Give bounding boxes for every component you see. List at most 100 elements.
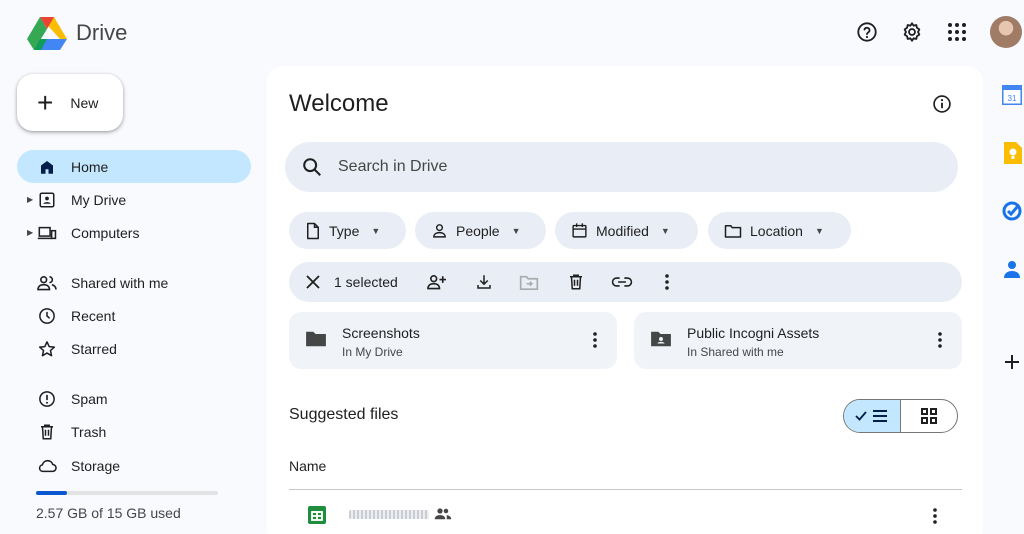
drive-logo-icon[interactable] — [27, 16, 67, 50]
chevron-down-icon: ▼ — [511, 225, 521, 236]
selection-toolbar: 1 selected — [289, 262, 962, 302]
list-view-button[interactable] — [844, 400, 901, 432]
more-options-icon[interactable] — [925, 506, 945, 526]
home-icon — [37, 157, 57, 177]
account-avatar[interactable] — [990, 16, 1022, 48]
sidebar-item-label: Shared with me — [71, 274, 169, 291]
download-icon[interactable] — [472, 270, 496, 294]
computers-icon — [37, 223, 57, 243]
sidebar-item-label: Home — [71, 158, 109, 175]
more-actions-icon[interactable] — [655, 270, 679, 294]
view-toggle — [843, 399, 958, 433]
spam-icon — [37, 389, 57, 409]
storage-progress-bar — [36, 491, 218, 495]
sidebar-item-starred[interactable]: Starred — [17, 332, 251, 365]
main-content: Welcome Type ▼ People ▼ Modified ▼ Loca — [267, 66, 983, 534]
filter-chip-label: People — [456, 222, 500, 239]
folder-name: Public Incogni Assets — [687, 325, 820, 341]
trash-icon[interactable] — [564, 270, 588, 294]
svg-text:31: 31 — [1008, 94, 1017, 103]
sidebar-item-label: Computers — [71, 224, 140, 241]
settings-icon[interactable] — [898, 18, 926, 46]
section-title: Suggested files — [289, 406, 399, 423]
sidebar-item-label: Storage — [71, 457, 121, 474]
storage-progress-fill — [36, 491, 68, 495]
file-icon — [305, 222, 321, 240]
expand-caret-icon[interactable]: ▶ — [27, 228, 33, 237]
new-button[interactable]: + New — [17, 74, 123, 131]
chevron-down-icon: ▼ — [814, 225, 824, 236]
trash-icon — [37, 422, 57, 442]
folder-card-public-incogni-assets[interactable]: Public Incogni Assets In Shared with me — [634, 312, 962, 369]
folder-name: Screenshots — [342, 325, 420, 341]
filter-chip-type[interactable]: Type ▼ — [289, 212, 406, 249]
apps-grid-icon[interactable] — [943, 18, 971, 46]
sidebar-item-label: Starred — [71, 340, 117, 357]
filter-chip-label: Location — [750, 222, 803, 239]
person-icon — [431, 222, 448, 239]
chevron-down-icon: ▼ — [371, 225, 381, 236]
shared-folder-icon — [650, 330, 672, 353]
sidebar-item-label: Recent — [71, 307, 116, 324]
folder-location: In My Drive — [342, 345, 403, 359]
plus-icon: + — [37, 86, 54, 118]
info-icon[interactable] — [930, 92, 954, 116]
folder-card-screenshots[interactable]: Screenshots In My Drive — [289, 312, 617, 369]
top-bar: Drive — [0, 0, 1024, 66]
clear-selection-close-icon[interactable] — [301, 270, 325, 294]
table-row[interactable] — [289, 498, 962, 534]
cloud-icon — [37, 456, 57, 476]
my-drive-icon — [37, 190, 57, 210]
shared-people-icon — [434, 507, 452, 526]
sidebar-item-spam[interactable]: Spam — [17, 382, 251, 415]
selection-count: 1 selected — [334, 274, 398, 290]
search-icon[interactable] — [301, 156, 323, 183]
new-button-label: New — [70, 94, 99, 111]
sidebar-item-label: Spam — [71, 390, 108, 407]
filter-chip-modified[interactable]: Modified ▼ — [555, 212, 698, 249]
sheets-file-icon — [308, 506, 326, 529]
folder-location: In Shared with me — [687, 345, 784, 359]
filter-chip-people[interactable]: People ▼ — [415, 212, 546, 249]
help-icon[interactable] — [853, 18, 881, 46]
sidebar-item-shared-with-me[interactable]: Shared with me — [17, 266, 251, 299]
filter-chip-label: Type — [329, 222, 360, 239]
clock-icon — [37, 306, 57, 326]
calendar-app-icon[interactable]: 31 — [1001, 84, 1023, 106]
calendar-icon — [571, 222, 588, 239]
keep-app-icon[interactable] — [1001, 142, 1023, 164]
app-name[interactable]: Drive — [76, 20, 127, 46]
sidebar-item-storage[interactable]: Storage — [17, 449, 251, 482]
add-app-plus-icon[interactable] — [1001, 351, 1023, 373]
folder-outline-icon — [724, 223, 742, 239]
sidebar-item-home[interactable]: Home — [17, 150, 251, 183]
blurred-file-name — [349, 510, 429, 519]
contacts-app-icon[interactable] — [1001, 258, 1023, 280]
grid-view-button[interactable] — [901, 400, 958, 432]
filter-chip-label: Modified — [596, 222, 649, 239]
more-options-icon[interactable] — [930, 330, 950, 350]
divider — [289, 489, 962, 490]
move-to-folder-icon — [517, 270, 541, 294]
sidebar-item-trash[interactable]: Trash — [17, 415, 251, 448]
share-add-person-icon[interactable] — [425, 270, 449, 294]
expand-caret-icon[interactable]: ▶ — [27, 195, 33, 204]
search-input[interactable] — [338, 142, 938, 192]
sidebar-item-computers[interactable]: ▶ Computers — [17, 216, 251, 249]
page-title: Welcome — [289, 90, 389, 117]
chevron-down-icon: ▼ — [660, 225, 670, 236]
star-icon — [37, 339, 57, 359]
sidebar-item-label: My Drive — [71, 191, 127, 208]
sidebar-item-recent[interactable]: Recent — [17, 299, 251, 332]
tasks-app-icon[interactable] — [1001, 200, 1023, 222]
copy-link-icon[interactable] — [610, 270, 634, 294]
sidebar-item-label: Trash — [71, 423, 107, 440]
more-options-icon[interactable] — [585, 330, 605, 350]
folder-icon — [305, 330, 327, 353]
shared-icon — [37, 273, 57, 293]
filter-chip-location[interactable]: Location ▼ — [708, 212, 851, 249]
column-header-name[interactable]: Name — [289, 458, 326, 474]
sidebar-item-my-drive[interactable]: ▶ My Drive — [17, 183, 251, 216]
storage-usage-text: 2.57 GB of 15 GB used — [36, 505, 181, 521]
search-bar[interactable] — [285, 142, 958, 192]
